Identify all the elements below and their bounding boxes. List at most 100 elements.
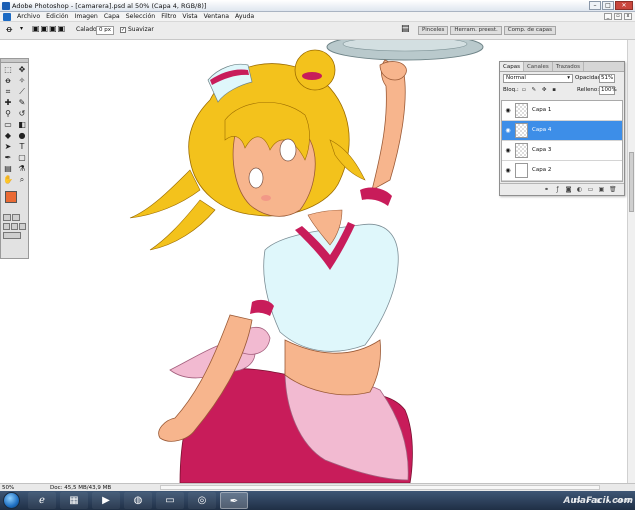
- well-tab-composiciones[interactable]: Comp. de capas: [503, 26, 557, 35]
- opacity-input[interactable]: 51%: [599, 74, 615, 83]
- menu-ventana[interactable]: Ventana: [201, 13, 232, 20]
- tab-capas[interactable]: Capas: [500, 62, 524, 71]
- antialias-label: Suavizar: [128, 26, 154, 33]
- lock-icons[interactable]: ▫ ✎ ✥ ▪: [522, 87, 558, 93]
- well-tab-pinceles[interactable]: Pinceles: [418, 26, 449, 35]
- selection-mode-icons[interactable]: ▣▣▣▣: [32, 24, 66, 33]
- window-title: Adobe Photoshop - [camarera].psd al 50% …: [12, 2, 207, 10]
- blur-tool-icon[interactable]: ◆: [2, 131, 14, 141]
- lasso-tool-icon[interactable]: ꝋ: [2, 76, 14, 86]
- layer-row[interactable]: ◉ Capa 3: [502, 141, 622, 161]
- magic-wand-tool-icon[interactable]: ✧: [16, 76, 28, 86]
- feather-input[interactable]: 0 px: [96, 26, 114, 35]
- layer-row[interactable]: ◉ Capa 1: [502, 101, 622, 121]
- type-tool-icon[interactable]: T: [16, 142, 28, 152]
- zoom-tool-icon[interactable]: ⌕: [16, 175, 28, 185]
- eye-icon[interactable]: ◉: [504, 127, 512, 134]
- gradient-tool-icon[interactable]: ◧: [16, 120, 28, 130]
- document-controls: _ ▫ x: [604, 13, 632, 20]
- marquee-tool-icon[interactable]: ⬚: [2, 65, 14, 75]
- slice-tool-icon[interactable]: ⟋: [16, 87, 28, 97]
- menu-imagen[interactable]: Imagen: [72, 13, 101, 20]
- close-button[interactable]: ✕: [615, 1, 633, 10]
- menu-seleccion[interactable]: Selección: [123, 13, 159, 20]
- eye-icon[interactable]: ◉: [504, 167, 512, 174]
- preset-dropdown-icon[interactable]: ▾: [20, 25, 23, 32]
- path-selection-tool-icon[interactable]: ➤: [2, 142, 14, 152]
- dodge-tool-icon[interactable]: ●: [16, 131, 28, 141]
- layer-list: ◉ Capa 1 ◉ Capa 4 ◉ Capa 3 ◉ Capa 2: [501, 100, 623, 182]
- layer-mask-icon[interactable]: ◙: [565, 186, 572, 193]
- adjustment-layer-icon[interactable]: ◐: [576, 186, 583, 193]
- layers-palette-footer: ⚭ ƒ ◙ ◐ ▭ ▣ 🗑: [500, 183, 624, 195]
- eraser-tool-icon[interactable]: ▭: [2, 120, 14, 130]
- shape-tool-icon[interactable]: ▢: [16, 153, 28, 163]
- menu-capa[interactable]: Capa: [101, 13, 123, 20]
- layer-row-selected[interactable]: ◉ Capa 4: [502, 121, 622, 141]
- pen-tool-icon[interactable]: ✒: [2, 153, 14, 163]
- photoshop-taskbar-icon[interactable]: ✒: [220, 492, 248, 509]
- internet-explorer-icon[interactable]: ℯ: [28, 492, 56, 509]
- menu-archivo[interactable]: Archivo: [14, 13, 43, 20]
- menu-ayuda[interactable]: Ayuda: [232, 13, 257, 20]
- link-icon[interactable]: ⚭: [543, 186, 550, 193]
- chevron-down-icon: ▾: [567, 75, 570, 81]
- tab-trazados[interactable]: Trazados: [553, 62, 584, 71]
- tab-canales[interactable]: Canales: [524, 62, 553, 71]
- screen-mode-full-menu-icon[interactable]: [11, 223, 18, 230]
- screen-mode-full-icon[interactable]: [19, 223, 26, 230]
- file-explorer-icon[interactable]: ▦: [60, 492, 88, 509]
- brush-tool-icon[interactable]: ✎: [16, 98, 28, 108]
- document-icon[interactable]: [3, 12, 11, 21]
- horizontal-scrollbar[interactable]: [160, 485, 600, 490]
- eyedropper-tool-icon[interactable]: ⚗: [16, 164, 28, 174]
- maximize-button[interactable]: □: [602, 1, 614, 10]
- eye-icon[interactable]: ◉: [504, 147, 512, 154]
- lock-label: Bloq.:: [503, 87, 519, 93]
- doc-restore-button[interactable]: ▫: [614, 13, 622, 20]
- media-center-icon[interactable]: ◍: [124, 492, 152, 509]
- fill-label: Relleno:: [577, 87, 600, 93]
- scanner-icon[interactable]: ▭: [156, 492, 184, 509]
- history-brush-tool-icon[interactable]: ↺: [16, 109, 28, 119]
- vertical-scrollbar[interactable]: [627, 40, 635, 483]
- hand-tool-icon[interactable]: ✋: [2, 175, 14, 185]
- start-button[interactable]: [3, 492, 20, 509]
- trash-icon[interactable]: 🗑: [609, 186, 617, 193]
- new-group-icon[interactable]: ▭: [587, 186, 594, 193]
- minimize-button[interactable]: –: [589, 1, 601, 10]
- layer-row[interactable]: ◉ Capa 2: [502, 161, 622, 181]
- chrome-icon[interactable]: ◎: [188, 492, 216, 509]
- well-tab-herramientas[interactable]: Herram. preest.: [450, 26, 502, 35]
- foreground-color-swatch[interactable]: [5, 191, 17, 203]
- crop-tool-icon[interactable]: ⌗: [2, 87, 14, 97]
- standard-mode-icon[interactable]: [3, 214, 11, 221]
- healing-brush-tool-icon[interactable]: ✚: [2, 98, 14, 108]
- menu-filtro[interactable]: Filtro: [158, 13, 179, 20]
- antialias-checkbox[interactable]: ✓: [120, 27, 126, 33]
- menu-bar: Archivo Edición Imagen Capa Selección Fi…: [0, 12, 635, 22]
- jump-to-imageready-icon[interactable]: [3, 232, 21, 239]
- scrollbar-thumb[interactable]: [629, 152, 634, 212]
- lasso-tool-preset-icon[interactable]: ꝋ: [6, 25, 12, 35]
- screen-mode-standard-icon[interactable]: [3, 223, 10, 230]
- fill-input[interactable]: 100%: [599, 86, 617, 95]
- layer-style-icon[interactable]: ƒ: [554, 186, 561, 193]
- blend-mode-select[interactable]: Normal ▾: [503, 74, 573, 83]
- layer-thumbnail: [515, 103, 528, 118]
- move-tool-icon[interactable]: ✥: [16, 65, 28, 75]
- menu-edicion[interactable]: Edición: [43, 13, 71, 20]
- media-player-icon[interactable]: ▶: [92, 492, 120, 509]
- mask-mode-row: [1, 213, 28, 222]
- doc-close-button[interactable]: x: [624, 13, 632, 20]
- notes-tool-icon[interactable]: ▤: [2, 164, 14, 174]
- photoshop-icon: [2, 2, 10, 10]
- blend-mode-value: Normal: [506, 75, 526, 81]
- quick-mask-mode-icon[interactable]: [12, 214, 20, 221]
- eye-icon[interactable]: ◉: [504, 107, 512, 114]
- new-layer-icon[interactable]: ▣: [598, 186, 605, 193]
- clone-stamp-tool-icon[interactable]: ⚲: [2, 109, 14, 119]
- file-browser-icon[interactable]: ▤: [401, 24, 410, 34]
- menu-vista[interactable]: Vista: [179, 13, 200, 20]
- doc-minimize-button[interactable]: _: [604, 13, 612, 20]
